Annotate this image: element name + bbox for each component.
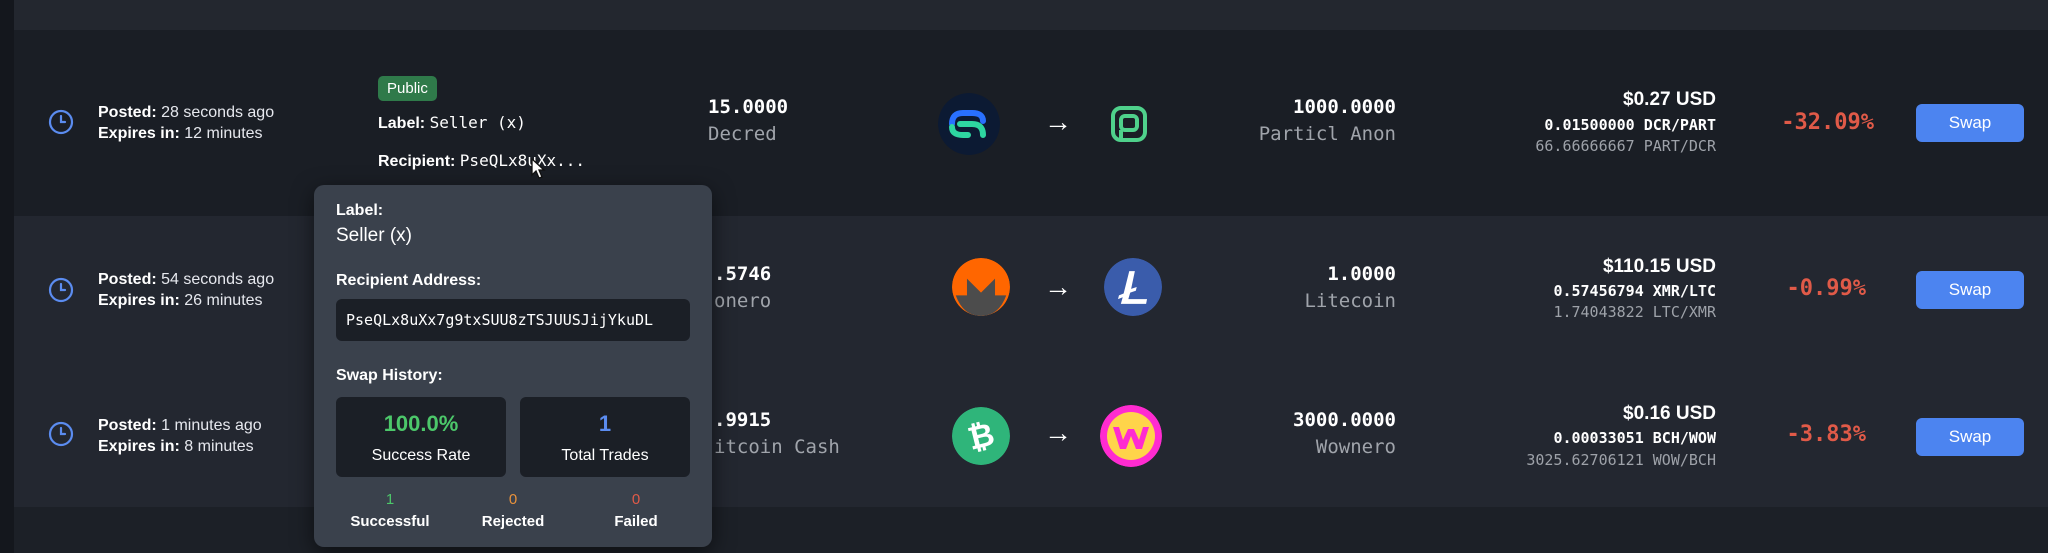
left-edge-panel [0,0,14,553]
to-amount: 3000.0000 [1293,409,1396,431]
header-band [14,0,2048,30]
percent-change: -0.99% [1786,276,1866,301]
usd-value: $110.15 USD [1602,256,1716,277]
bitcoin-cash-icon: ₿ [952,407,1010,465]
from-amount: 15.0000 [708,96,789,118]
recipient-address-field[interactable]: PseQLx8uXx7g9txSUU8zTSJUUSJijYkuDL [336,299,690,341]
success-rate-value: 100.0% [383,411,459,436]
swap-button[interactable]: Swap [1916,104,2024,142]
clock-icon [48,277,74,303]
from-coin-name: onero [714,290,772,312]
exchange-rate: 0.01500000 DCR/PART [1544,116,1716,134]
tooltip-label-heading: Label: [336,202,384,219]
failed-count: 0 [631,491,641,508]
success-rate-label: Success Rate [371,447,471,464]
inverse-rate: 1.74043822 LTC/XMR [1553,303,1716,321]
arrow-right-icon: → [1044,271,1072,302]
tooltip-address-heading: Recipient Address: [336,272,482,289]
from-coin-name: Decred [708,123,777,145]
total-trades-card: 1 Total Trades [520,397,690,477]
public-badge: Public [378,76,437,101]
from-amount: .5746 [714,263,772,285]
percent-change: -32.09% [1781,110,1874,135]
successful-label: Successful [350,513,430,530]
expires-time: Expires in: 26 minutes [98,292,263,309]
inverse-rate: 66.66666667 PART/DCR [1535,137,1716,155]
from-amount: .9915 [714,409,772,431]
to-coin-name: Litecoin [1304,290,1396,312]
rejected-label: Rejected [481,513,545,530]
tooltip-history-heading: Swap History: [336,367,443,384]
exchange-rate: 0.00033051 BCH/WOW [1553,429,1716,447]
recipient-tooltip: Label: Seller (x) Recipient Address: Pse… [314,185,712,547]
recipient-short[interactable]: Recipient: PseQLx8uXx... [378,151,585,171]
clock-icon [48,421,74,447]
recipient-address-value: PseQLx8uXx7g9txSUU8zTSJUUSJijYkuDL [346,311,654,329]
to-coin-name: Wownero [1315,436,1396,458]
failed-label: Failed [614,513,658,530]
to-amount: 1000.0000 [1293,96,1396,118]
tooltip-label-value: Seller (x) [336,225,413,246]
rejected-count: 0 [508,491,518,508]
to-amount: 1.0000 [1327,263,1396,285]
usd-value: $0.16 USD [1623,403,1716,424]
decred-icon [938,93,1000,155]
inverse-rate: 3025.62706121 WOW/BCH [1526,451,1716,469]
successful-count: 1 [385,491,395,508]
litecoin-icon [1104,258,1162,316]
swap-button[interactable]: Swap [1916,271,2024,309]
posted-time: Posted: 1 minutes ago [98,417,262,434]
monero-icon [952,258,1010,316]
from-coin-name: itcoin Cash [714,436,840,458]
total-trades-label: Total Trades [561,447,649,464]
wownero-icon [1100,405,1162,467]
offer-label: Label: Seller (x) [378,113,526,132]
usd-value: $0.27 USD [1623,89,1716,110]
percent-change: -3.83% [1786,422,1866,447]
arrow-right-icon: → [1044,106,1072,137]
swap-button[interactable]: Swap [1916,418,2024,456]
expires-time: Expires in: 8 minutes [98,438,254,455]
posted-time: Posted: 54 seconds ago [98,271,275,288]
exchange-rate: 0.57456794 XMR/LTC [1553,282,1716,300]
clock-icon [48,109,74,135]
posted-time: Posted: 28 seconds ago [98,104,275,121]
mouse-cursor-icon [531,158,546,179]
expires-time: Expires in: 12 minutes [98,125,263,142]
success-rate-card: 100.0% Success Rate [336,397,506,477]
total-trades-value: 1 [598,411,612,436]
particl-icon [1111,106,1147,142]
arrow-right-icon: → [1044,417,1072,448]
to-coin-name: Particl Anon [1258,123,1396,145]
